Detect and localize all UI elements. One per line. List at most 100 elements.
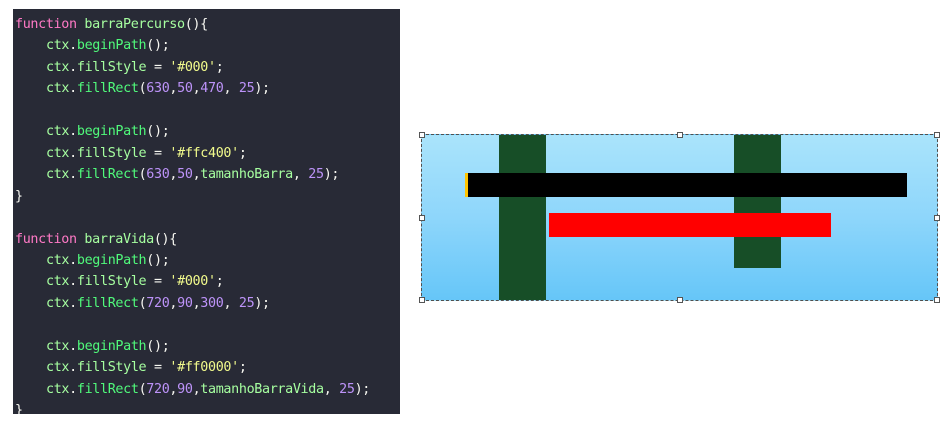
code-token: ); xyxy=(354,381,371,397)
code-line: ctx.beginPath(); xyxy=(46,121,170,142)
code-token: 50 xyxy=(177,167,193,183)
code-line: ctx.fillStyle = '#ffc400'; xyxy=(46,143,247,164)
code-token: fillRect xyxy=(76,81,139,97)
track-progress-bar-background xyxy=(466,173,907,197)
code-token: } xyxy=(15,403,23,414)
code-token: 25 xyxy=(339,381,355,397)
resize-handle-bottom-left[interactable] xyxy=(419,297,425,303)
code-token: } xyxy=(15,188,23,204)
code-token: function xyxy=(15,17,77,32)
code-token: beginPath xyxy=(76,124,147,140)
code-token: ctx xyxy=(46,381,70,397)
canvas-preview[interactable] xyxy=(419,132,940,303)
code-token: ctx xyxy=(46,124,70,140)
code-token: 25 xyxy=(308,167,324,183)
code-line: ctx.fillRect(720,90,tamanhoBarraVida, 25… xyxy=(46,379,370,400)
code-token: . xyxy=(69,274,77,290)
code-token: tamanhoBarra xyxy=(200,167,293,183)
code-token: , xyxy=(169,381,178,397)
code-token: , xyxy=(169,167,178,183)
code-token: ; xyxy=(238,360,247,376)
code-editor-panel[interactable]: function barraPercurso(){ctx.beginPath()… xyxy=(13,9,400,414)
resize-handle-top[interactable] xyxy=(677,132,683,138)
code-token: fillRect xyxy=(76,381,139,397)
code-token: ctx xyxy=(46,38,70,54)
code-token: . xyxy=(69,381,77,397)
code-token: ; xyxy=(215,59,224,75)
code-token: 720 xyxy=(146,295,170,311)
code-token: function xyxy=(15,231,77,247)
code-line: ctx.beginPath(); xyxy=(46,336,170,357)
resize-handle-bottom-right[interactable] xyxy=(934,297,940,303)
code-token: . xyxy=(69,38,77,54)
resize-handle-left[interactable] xyxy=(419,215,425,221)
code-token: (); xyxy=(146,124,170,140)
code-token: . xyxy=(69,145,77,161)
code-token: = xyxy=(146,360,170,376)
code-token: , xyxy=(169,295,178,311)
resize-handle-bottom[interactable] xyxy=(677,297,683,303)
code-token: 630 xyxy=(146,81,170,97)
code-token: ctx xyxy=(46,274,70,290)
code-token: fillStyle xyxy=(76,145,147,161)
code-token: ctx xyxy=(46,145,70,161)
code-token: fillStyle xyxy=(76,360,147,376)
code-token: ; xyxy=(215,274,224,290)
code-line: ctx.fillRect(720,90,300, 25); xyxy=(46,293,270,314)
code-token: (); xyxy=(146,252,170,268)
code-token: ctx xyxy=(46,59,70,75)
track-progress-bar-fill xyxy=(465,173,468,197)
code-token: ; xyxy=(238,145,247,161)
code-token: 50 xyxy=(177,81,193,97)
code-line: ctx.fillStyle = '#ff0000'; xyxy=(46,357,247,378)
code-token: ); xyxy=(323,167,340,183)
resize-handle-top-left[interactable] xyxy=(419,132,425,138)
code-token: . xyxy=(69,59,77,75)
code-token: beginPath xyxy=(76,338,147,354)
code-token: '#000' xyxy=(169,274,216,290)
code-token: . xyxy=(69,167,77,183)
code-token: fillStyle xyxy=(76,59,147,75)
code-token: 300 xyxy=(200,295,224,311)
code-token: (){ xyxy=(184,17,208,32)
code-line: ctx.fillStyle = '#000'; xyxy=(46,271,224,292)
code-line: ctx.fillRect(630,50,470, 25); xyxy=(46,78,270,99)
code-token: ctx xyxy=(46,252,70,268)
pipe-right xyxy=(734,135,781,268)
code-line: function barraPercurso(){ xyxy=(15,14,208,35)
code-token: 90 xyxy=(177,295,193,311)
code-token: '#ffc400' xyxy=(169,145,239,161)
code-token: barraVida xyxy=(84,231,154,247)
code-token: , xyxy=(223,295,239,311)
code-token: ctx xyxy=(46,360,70,376)
resize-handle-right[interactable] xyxy=(934,215,940,221)
code-token: = xyxy=(146,145,170,161)
code-token: = xyxy=(146,59,170,75)
code-token: ctx xyxy=(46,81,70,97)
code-token: ctx xyxy=(46,295,70,311)
code-token: 25 xyxy=(238,81,255,97)
code-token: beginPath xyxy=(76,252,147,268)
code-line: function barraVida(){ xyxy=(15,229,177,250)
code-token: . xyxy=(69,252,77,268)
code-token: = xyxy=(146,274,170,290)
code-line: } xyxy=(15,186,23,207)
code-token: fillRect xyxy=(76,295,139,311)
code-line: ctx.beginPath(); xyxy=(46,35,170,56)
code-token: , xyxy=(169,81,178,97)
code-token: 90 xyxy=(177,381,193,397)
resize-handle-top-right[interactable] xyxy=(934,132,940,138)
code-token: ctx xyxy=(46,167,70,183)
code-token: , xyxy=(223,81,239,97)
code-token: , xyxy=(323,381,340,397)
code-token: . xyxy=(69,295,77,311)
code-token: beginPath xyxy=(76,38,147,54)
code-token: (); xyxy=(146,38,170,54)
code-token: (){ xyxy=(153,231,177,247)
code-line: ctx.fillStyle = '#000'; xyxy=(46,57,224,78)
code-line: } xyxy=(15,400,23,414)
code-token: ); xyxy=(254,81,270,97)
code-token: ctx xyxy=(46,338,70,354)
code-line: ctx.beginPath(); xyxy=(46,250,170,271)
code-token: ); xyxy=(254,295,270,311)
